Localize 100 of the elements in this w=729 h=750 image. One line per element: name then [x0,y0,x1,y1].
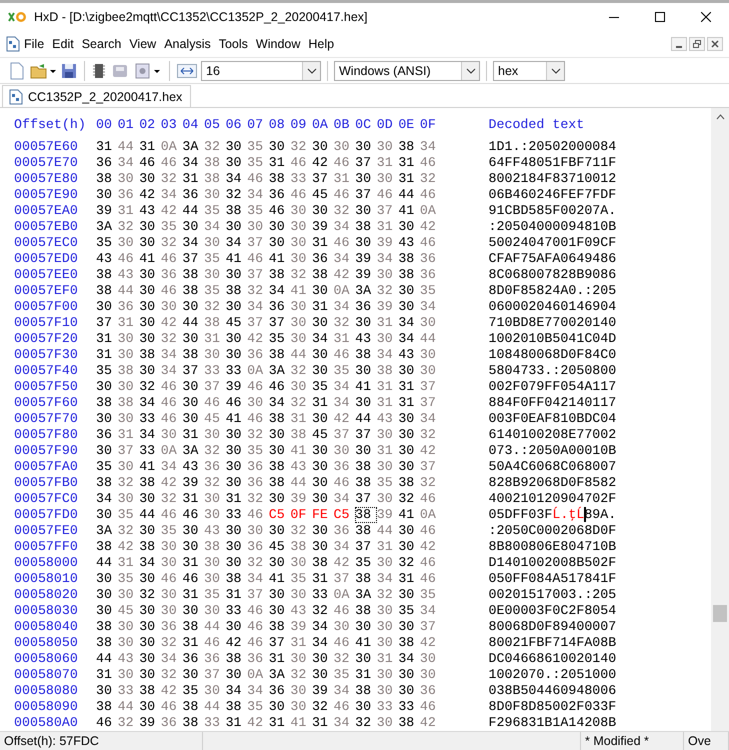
hex-byte: 33 [290,171,308,187]
file-tab[interactable]: CC1352P_2_20200417.hex [2,85,192,107]
menu-item[interactable]: View [125,32,160,54]
menu-item[interactable]: Tools [214,32,252,54]
hex-byte: 3A [355,283,372,299]
column-header: 0D [376,117,394,133]
minimize-button[interactable] [671,36,687,50]
new-file-button[interactable] [8,60,26,82]
decoded-text: 1002010B5041C04D [488,331,616,347]
hex-byte: 30 [96,379,113,395]
hex-byte: 32 [334,651,350,667]
menu-item[interactable]: Search [78,32,126,54]
decoded-text: 8D0F85824A0.:205 [488,283,616,299]
restore-button[interactable] [689,36,705,50]
hex-byte: 43 [376,411,394,427]
hex-byte: 42 [420,443,437,459]
hex-byte: 30 [268,491,286,507]
hex-byte: 38 [226,651,243,667]
hex-byte: 46 [118,251,135,267]
hex-byte: 46 [160,379,178,395]
decoded-text: CFAF75AFA0649486 [488,251,616,267]
hex-byte: 31 [226,715,243,731]
decoded-text: 50024047001F09CF [488,235,616,251]
hex-byte: 31 [268,715,286,731]
hex-byte: 36 [160,619,178,635]
hex-byte: 46 [247,379,264,395]
hex-byte: 37 [247,235,264,251]
hex-byte: 35 [96,363,113,379]
hex-byte: 38 [268,411,286,427]
close-button[interactable] [707,36,723,50]
hex-byte: 37 [420,619,437,635]
hex-byte: 36 [420,251,437,267]
hex-byte: 38 [96,395,113,411]
hex-byte: 30 [96,299,113,315]
decoded-text: D1401002008B502F [488,555,616,571]
hex-byte: 36 [182,187,200,203]
hex-byte: 37 [268,315,286,331]
decoded-text: 6140100208E77002 [488,427,616,443]
scroll-up-icon[interactable] [716,114,724,120]
offset-cell-text: 00057F40 [14,363,79,379]
decoded-text: 80068D0F89400007 [488,619,616,635]
hex-byte: 33 [204,715,221,731]
scrollbar-thumb[interactable] [713,605,727,622]
hex-byte: 30 [268,555,286,571]
hex-byte: 44 [96,651,113,667]
offset-cell-text: 00057F50 [14,379,79,395]
hex-byte: 38 [96,283,113,299]
hex-byte: 38 [96,267,113,283]
hex-byte: 32 [290,139,308,155]
hex-byte: 46 [226,395,243,411]
offset-cell-text: 00057FC0 [14,491,79,507]
hex-byte: 34 [247,187,264,203]
hex-byte: 34 [312,331,329,347]
hex-byte: 33 [226,363,243,379]
hex-byte: 34 [160,187,178,203]
menu-item[interactable]: File [20,32,48,54]
hex-byte: 46 [204,635,221,651]
hex-byte: 34 [398,651,416,667]
hex-byte: 34 [334,715,350,731]
number-format-dropdown[interactable]: hex [493,60,565,80]
hex-byte: 30 [139,331,156,347]
vertical-scrollbar[interactable] [711,108,729,731]
hex-byte: 30 [226,427,243,443]
menu-item[interactable]: Analysis [160,32,215,54]
hex-byte: 37 [420,379,437,395]
hex-byte: 33 [312,587,329,603]
hex-byte: 38 [398,475,416,491]
hex-byte: 31 [290,411,308,427]
menu-item[interactable]: Window [252,32,304,54]
hex-byte: 3A [355,587,372,603]
hex-byte: 42 [247,331,264,347]
hex-byte: 45 [312,187,329,203]
offset-cell-text: 00058070 [14,667,79,683]
app-logo-icon [8,10,28,24]
menu-item[interactable]: Edit [48,32,78,54]
bytes-per-row-dropdown[interactable]: 16 [201,60,321,80]
decoded-text: 8B800806E804710B [488,539,616,555]
hex-byte: 31 [182,635,200,651]
hex-byte: 44 [376,523,394,539]
menu-item[interactable]: Help [304,32,338,54]
hex-byte: 31 [398,395,416,411]
hex-byte: 42 [247,715,264,731]
hex-byte: 34 [160,651,178,667]
hex-byte: 30 [312,475,329,491]
hex-byte: 34 [247,571,264,587]
hex-byte: 30 [204,571,221,587]
encoding-dropdown[interactable]: Windows (ANSI) [334,60,480,80]
hex-byte: 30 [118,411,135,427]
hex-byte: 31 [376,443,394,459]
hex-byte: 38 [268,171,286,187]
hex-byte: 30 [96,411,113,427]
hex-byte: 30 [226,619,243,635]
hex-byte: 35 [160,523,178,539]
hex-byte: 30 [355,315,372,331]
hex-byte: 35 [247,155,264,171]
offset-cell-text: 00058090 [14,699,79,715]
offset-cell-text: 00057EC0 [14,235,79,251]
hex-byte: 33 [139,443,156,459]
column-header: 06 [226,117,243,133]
hex-byte: 36 [268,299,286,315]
